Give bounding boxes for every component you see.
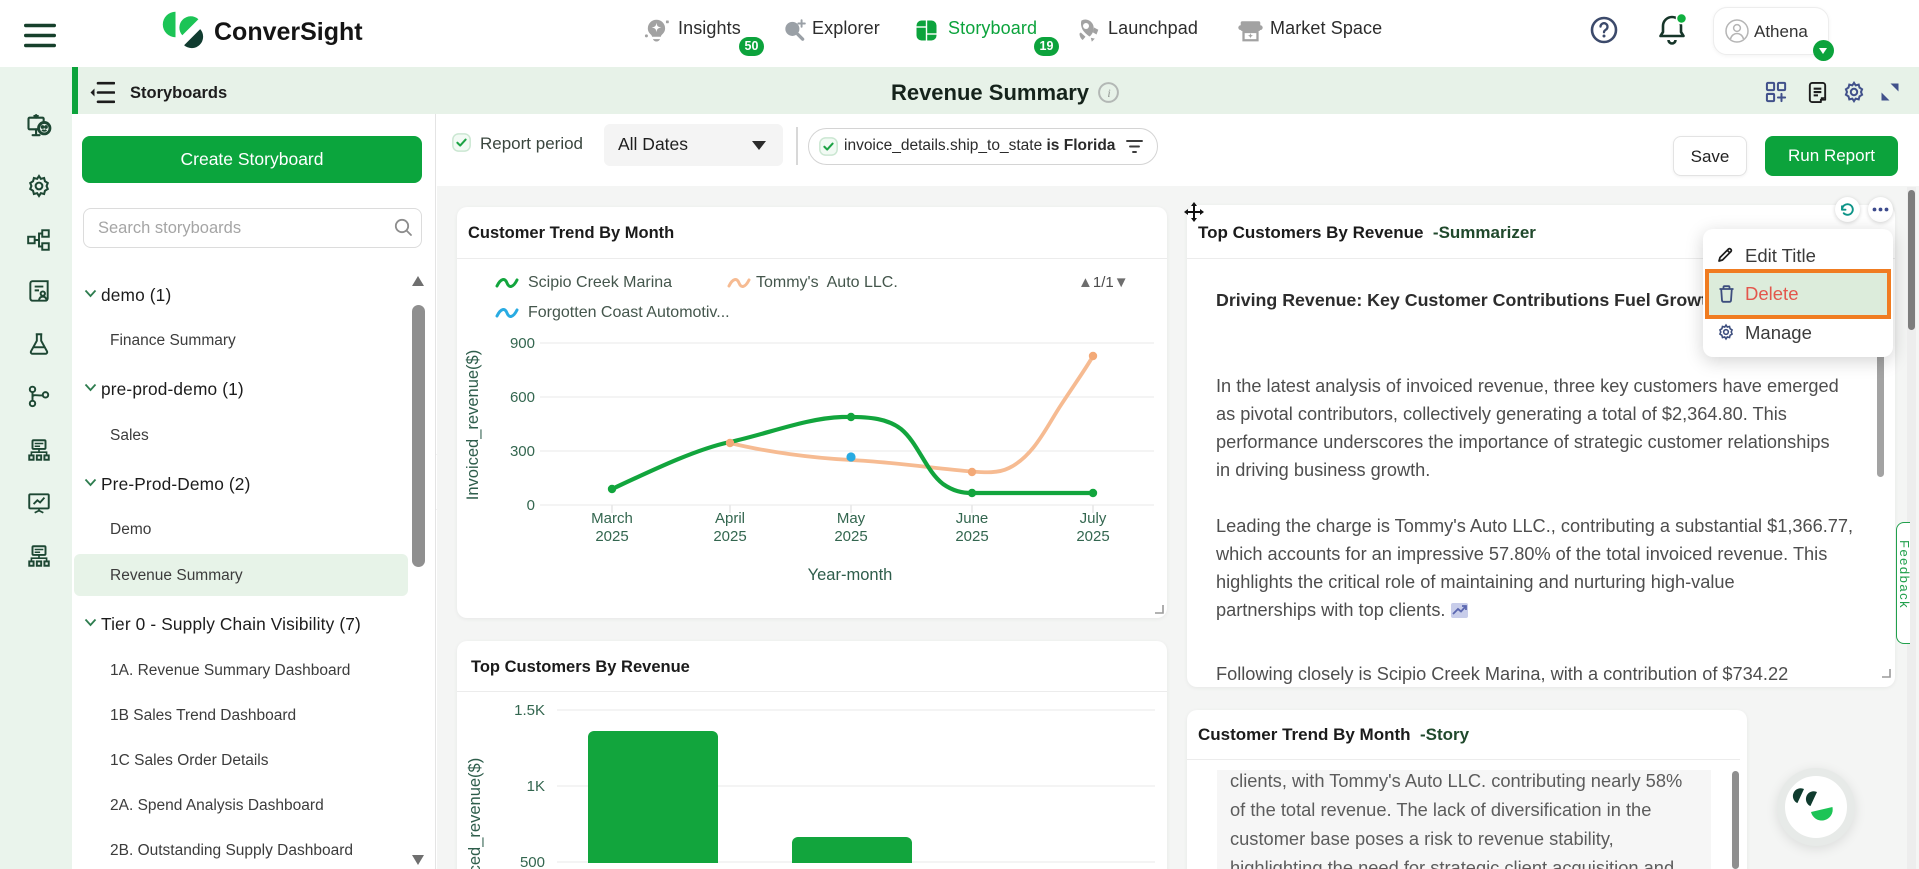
svg-text:300: 300	[510, 443, 535, 460]
svg-text:2025: 2025	[834, 528, 867, 545]
svg-text:500: 500	[520, 854, 545, 869]
svg-text:2025: 2025	[713, 528, 746, 545]
svg-text:0: 0	[527, 497, 535, 514]
svg-text:Year-month: Year-month	[808, 566, 893, 584]
svg-text:600: 600	[510, 389, 535, 406]
svg-text:2025: 2025	[955, 528, 988, 545]
svg-text:1K: 1K	[527, 778, 545, 795]
svg-text:2025: 2025	[595, 528, 628, 545]
svg-text:June: June	[956, 510, 989, 527]
svg-text:1.5K: 1.5K	[514, 702, 545, 719]
svg-text:Invoiced_revenue($): Invoiced_revenue($)	[464, 350, 482, 500]
svg-text:March: March	[591, 510, 633, 527]
svg-text:Invoiced_revenue($): Invoiced_revenue($)	[466, 758, 484, 869]
svg-text:May: May	[837, 510, 866, 527]
svg-text:July: July	[1080, 510, 1107, 527]
svg-text:April: April	[715, 510, 745, 527]
svg-text:900: 900	[510, 335, 535, 352]
svg-text:i: i	[1107, 86, 1110, 100]
svg-text:2025: 2025	[1076, 528, 1109, 545]
